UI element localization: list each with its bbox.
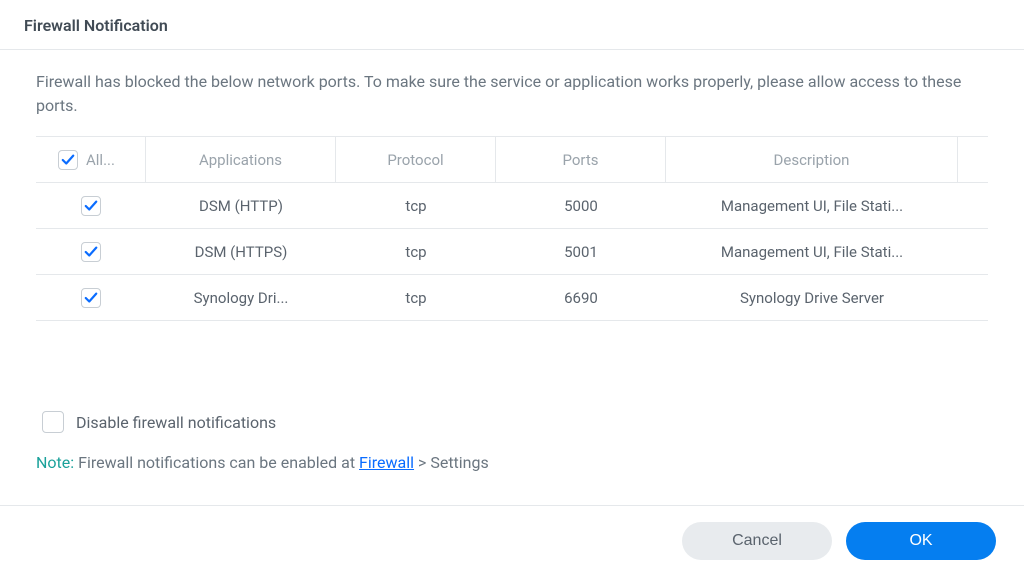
row-checkbox[interactable] [81,196,101,216]
check-icon [84,199,98,213]
cell-application: DSM (HTTP) [199,197,283,215]
row-checkbox[interactable] [81,242,101,262]
disable-notifications-label[interactable]: Disable firewall notifications [76,413,276,432]
dialog-header: Firewall Notification [0,0,1024,50]
disable-notifications-row: Disable firewall notifications [36,411,988,433]
dialog-footer: Cancel OK [0,505,1024,578]
column-header-allow[interactable]: All... [36,137,146,182]
dialog-title: Firewall Notification [24,16,1000,35]
check-icon [84,291,98,305]
column-header-description[interactable]: Description [666,137,958,182]
allow-header-label: All... [86,151,115,169]
select-all-checkbox[interactable] [58,150,78,170]
cell-description: Synology Drive Server [740,289,884,307]
dialog-content: Firewall has blocked the below network p… [0,50,1024,472]
note-prefix: Note: [36,453,74,472]
cell-protocol: tcp [405,197,426,215]
table-row[interactable]: DSM (HTTP) tcp 5000 Management UI, File … [36,183,988,229]
cell-ports: 6690 [564,289,598,307]
check-icon [84,245,98,259]
row-checkbox[interactable] [81,288,101,308]
column-header-spacer [958,137,988,182]
cancel-button[interactable]: Cancel [682,522,832,560]
ports-table: All... Applications Protocol Ports Descr… [36,136,988,321]
cell-protocol: tcp [405,243,426,261]
cell-application: DSM (HTTPS) [195,243,288,261]
cell-application: Synology Dri... [194,289,289,307]
cell-description: Management UI, File Stati... [721,243,903,261]
ok-button[interactable]: OK [846,522,996,560]
table-header-row: All... Applications Protocol Ports Descr… [36,137,988,183]
table-row[interactable]: Synology Dri... tcp 6690 Synology Drive … [36,275,988,321]
column-header-applications[interactable]: Applications [146,137,336,182]
firewall-link[interactable]: Firewall [359,453,414,472]
cell-protocol: tcp [405,289,426,307]
cell-ports: 5001 [564,243,598,261]
disable-notifications-checkbox[interactable] [42,411,64,433]
check-icon [61,153,75,167]
column-header-protocol[interactable]: Protocol [336,137,496,182]
intro-text: Firewall has blocked the below network p… [36,70,988,118]
note-text: Note: Firewall notifications can be enab… [36,453,988,472]
cell-description: Management UI, File Stati... [721,197,903,215]
note-part1: Firewall notifications can be enabled at [74,453,359,472]
note-part2: > Settings [414,453,489,472]
table-row[interactable]: DSM (HTTPS) tcp 5001 Management UI, File… [36,229,988,275]
cell-ports: 5000 [564,197,598,215]
column-header-ports[interactable]: Ports [496,137,666,182]
